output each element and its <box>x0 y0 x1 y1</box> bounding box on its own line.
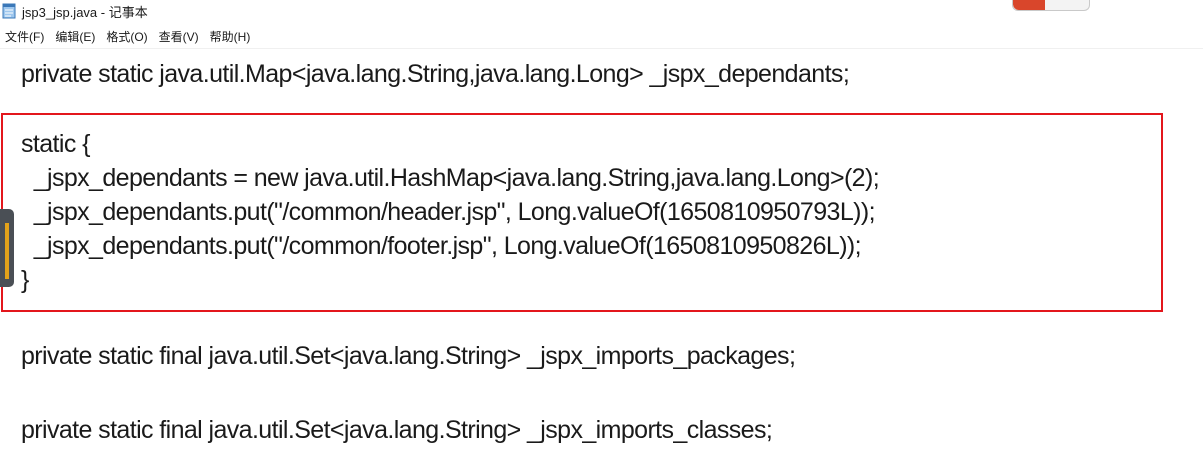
code-line-5: _jspx_dependants.put("/common/footer.jsp… <box>21 232 862 260</box>
floating-toolbar-accent <box>1013 0 1045 10</box>
menu-help[interactable]: 帮助(H) <box>205 28 256 45</box>
floating-toolbar-widget[interactable] <box>1012 0 1090 11</box>
menu-format[interactable]: 格式(O) <box>101 28 152 45</box>
title-bar[interactable]: jsp3_jsp.java - 记事本 <box>0 0 1203 24</box>
notepad-window: jsp3_jsp.java - 记事本 文件(F) 编辑(E) 格式(O) 查看… <box>0 0 1203 464</box>
menu-bar: 文件(F) 编辑(E) 格式(O) 查看(V) 帮助(H) <box>0 26 255 46</box>
code-line-1: private static java.util.Map<java.lang.S… <box>21 60 850 88</box>
code-line-2: static { <box>21 130 90 158</box>
code-line-4: _jspx_dependants.put("/common/header.jsp… <box>21 198 876 226</box>
level-meter-bar <box>5 223 9 279</box>
notepad-icon <box>2 3 16 19</box>
code-line-6: } <box>21 266 29 294</box>
side-level-meter-widget[interactable] <box>0 209 14 287</box>
menu-view[interactable]: 查看(V) <box>154 28 204 45</box>
code-line-7: private static final java.util.Set<java.… <box>21 342 796 370</box>
menu-edit[interactable]: 编辑(E) <box>50 28 100 45</box>
window-title: jsp3_jsp.java - 记事本 <box>22 5 148 20</box>
menu-file[interactable]: 文件(F) <box>0 28 49 45</box>
code-line-3: _jspx_dependants = new java.util.HashMap… <box>21 164 880 192</box>
text-editor-area[interactable]: private static java.util.Map<java.lang.S… <box>0 48 1203 464</box>
code-line-8: private static final java.util.Set<java.… <box>21 416 773 444</box>
